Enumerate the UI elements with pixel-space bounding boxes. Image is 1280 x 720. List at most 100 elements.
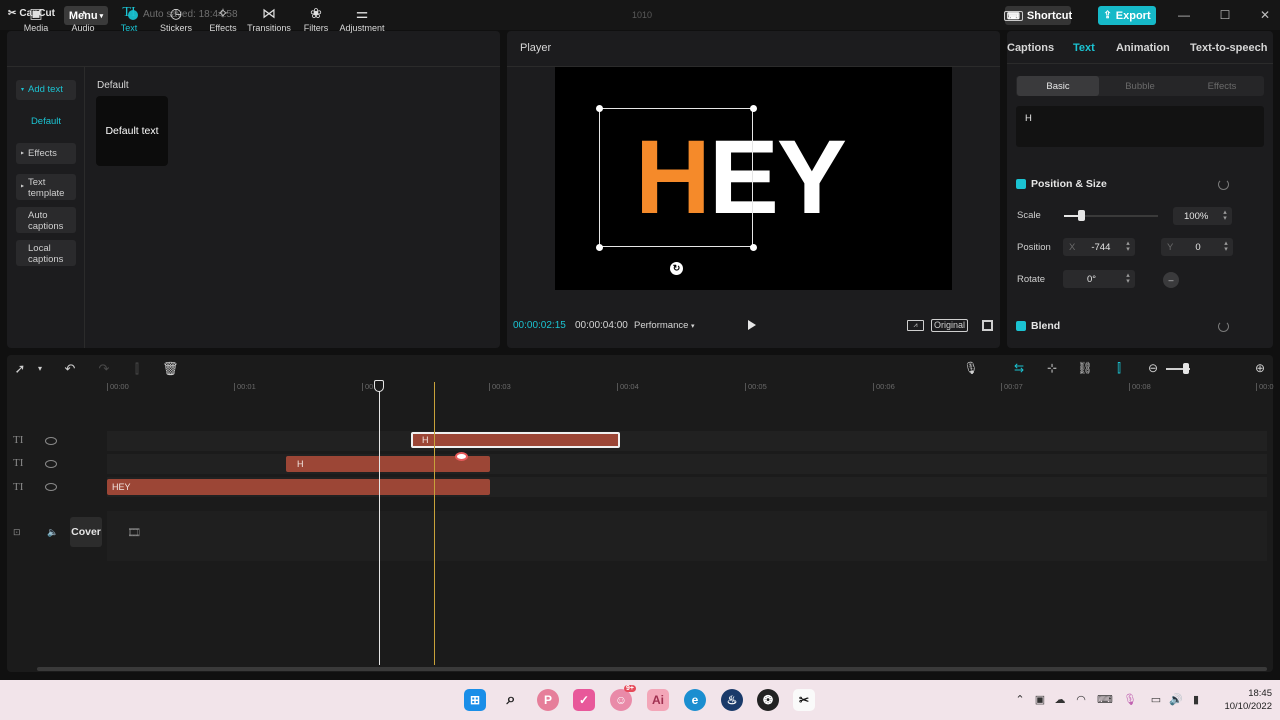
position-size-header[interactable]: Position & Size <box>1016 178 1107 190</box>
close-icon[interactable]: ✕ <box>1256 8 1274 22</box>
scale-input[interactable]: 100% ▴ ▾ <box>1173 207 1232 225</box>
battery-icon[interactable]: ▮ <box>1189 693 1203 706</box>
play-button[interactable] <box>748 320 756 330</box>
rotate-input[interactable]: 0° ▴ ▾ <box>1063 270 1135 288</box>
stepper-icon[interactable]: ▴ ▾ <box>1123 272 1133 285</box>
position-x-input[interactable]: X -744 ▴ ▾ <box>1063 238 1135 256</box>
windows-start-icon[interactable]: ⊞ <box>464 689 486 711</box>
sidebar-item-local-captions[interactable]: Local captions <box>16 240 76 266</box>
delete-icon[interactable]: 🗑 <box>162 361 179 377</box>
picsart-icon[interactable]: P <box>537 689 559 711</box>
subtab-basic[interactable]: Basic <box>1017 76 1099 96</box>
split-icon[interactable]: ⫿ <box>129 361 145 377</box>
timeline-scrollbar[interactable] <box>37 667 1267 671</box>
auto-snap-icon[interactable]: ⊹ <box>1044 361 1060 375</box>
illustrator-icon[interactable]: Ai <box>647 689 669 711</box>
canva-icon[interactable]: ✓ <box>573 689 595 711</box>
text-track[interactable] <box>107 431 1267 451</box>
scale-slider-handle[interactable] <box>1078 210 1085 221</box>
sidebar-item-add-text[interactable]: ▾ Add text <box>16 80 76 100</box>
volume-icon[interactable]: 🔊 <box>1169 693 1183 706</box>
sidebar-item-text-template[interactable]: ▸ Text template <box>16 174 76 200</box>
resize-handle[interactable] <box>596 244 603 251</box>
resize-handle[interactable] <box>750 105 757 112</box>
capcut-taskbar-icon[interactable]: ✂ <box>793 689 815 711</box>
stepper-icon[interactable]: ▴ ▾ <box>1123 240 1133 253</box>
tool-audio[interactable]: ◔ Audio <box>60 2 106 36</box>
onedrive-icon[interactable]: ☁ <box>1053 693 1067 706</box>
main-track-magnet-icon[interactable]: ⇆ <box>1011 361 1027 375</box>
discord-icon[interactable]: ☺ 9+ <box>610 685 636 711</box>
lock-track-icon[interactable]: ⊡ <box>13 527 21 538</box>
edge-icon[interactable]: e <box>684 689 706 711</box>
chevron-up-icon[interactable]: ⌃ <box>1013 693 1027 706</box>
microphone-icon[interactable]: 🎙 <box>963 361 979 375</box>
chevron-down-icon[interactable]: ▾ <box>32 364 48 373</box>
tab-animation[interactable]: Animation <box>1116 42 1170 54</box>
monitor-icon[interactable]: ▭ <box>1149 693 1163 706</box>
text-clip[interactable]: HEY <box>107 479 490 495</box>
preview-axis-icon[interactable]: ⫿ <box>1111 361 1127 376</box>
davinci-icon[interactable]: ❂ <box>757 689 779 711</box>
tool-media[interactable]: ▣ Media <box>13 2 59 36</box>
stepper-icon[interactable]: ▴ ▾ <box>1221 240 1231 253</box>
sidebar-item-default[interactable]: Default <box>16 116 76 128</box>
tool-stickers[interactable]: ◷ Stickers <box>153 2 199 36</box>
position-y-input[interactable]: Y 0 ▴ ▾ <box>1161 238 1233 256</box>
subtab-effects[interactable]: Effects <box>1181 76 1263 96</box>
blend-header[interactable]: Blend <box>1016 320 1060 332</box>
checkbox-icon[interactable] <box>1016 179 1026 189</box>
selection-box[interactable] <box>599 108 753 247</box>
checkbox-icon[interactable] <box>1016 321 1026 331</box>
select-tool-icon[interactable]: ➚ <box>12 361 28 377</box>
playhead-line[interactable] <box>379 382 380 665</box>
tool-effects[interactable]: ✧ Effects <box>200 2 246 36</box>
minimize-icon[interactable]: — <box>1175 8 1193 22</box>
main-video-track[interactable] <box>107 511 1267 561</box>
eye-icon[interactable] <box>45 460 57 468</box>
resize-handle[interactable] <box>596 105 603 112</box>
text-clip[interactable]: H <box>411 432 620 448</box>
eye-icon[interactable] <box>45 437 57 445</box>
redo-icon[interactable]: ↷ <box>96 361 112 377</box>
sidebar-item-auto-captions[interactable]: Auto captions <box>16 207 76 233</box>
zoom-out-icon[interactable]: ⊖ <box>1145 361 1161 375</box>
tool-adjustment[interactable]: ⚌ Adjustment <box>339 2 385 36</box>
link-icon[interactable]: ⛓ <box>1077 361 1093 375</box>
fullscreen-icon[interactable] <box>982 320 993 331</box>
default-text-card[interactable]: Default text <box>96 96 168 166</box>
reset-icon[interactable] <box>1218 321 1229 332</box>
clock[interactable]: 18:45 10/10/2022 <box>1224 687 1272 713</box>
nvidia-icon[interactable]: ▣ <box>1033 693 1047 706</box>
maximize-icon[interactable]: ☐ <box>1216 8 1234 22</box>
keyboard-icon[interactable]: ⌨ <box>1097 693 1113 706</box>
text-track[interactable] <box>107 454 1267 474</box>
steam-icon[interactable]: ♨ <box>721 689 743 711</box>
cover-button[interactable]: Cover <box>70 517 102 547</box>
tool-filters[interactable]: ❀ Filters <box>293 2 339 36</box>
undo-icon[interactable]: ↶ <box>62 361 78 377</box>
original-button[interactable]: Original <box>931 319 968 332</box>
eye-icon[interactable] <box>45 483 57 491</box>
zoom-slider-handle[interactable] <box>1183 363 1189 374</box>
rotate-handle-icon[interactable]: ↻ <box>670 262 683 275</box>
text-content-input[interactable]: H <box>1016 106 1264 147</box>
sidebar-item-effects[interactable]: ▸ Effects <box>16 143 76 164</box>
stepper-icon[interactable]: ▴ ▾ <box>1220 209 1230 222</box>
zoom-in-icon[interactable]: ⊕ <box>1252 361 1268 375</box>
rotate-keyframe-icon[interactable]: – <box>1163 272 1179 288</box>
microphone-icon[interactable]: 🎙 <box>1123 693 1137 706</box>
playhead-handle[interactable] <box>374 380 384 392</box>
mute-icon[interactable]: 🔈 <box>47 527 58 538</box>
performance-dropdown[interactable]: Performance ▾ <box>634 320 695 331</box>
search-icon[interactable]: ⌕ <box>500 689 522 711</box>
wifi-icon[interactable]: ◠ <box>1074 693 1088 706</box>
tool-text[interactable]: TI Text <box>106 2 152 36</box>
subtab-bubble[interactable]: Bubble <box>1099 76 1181 96</box>
export-button[interactable]: ⇪ Export <box>1098 6 1156 25</box>
tab-text-to-speech[interactable]: Text-to-speech <box>1190 42 1267 54</box>
shortcut-button[interactable]: ⌨ Shortcut <box>1003 6 1072 25</box>
tab-text[interactable]: Text <box>1073 42 1095 54</box>
resize-handle[interactable] <box>750 244 757 251</box>
ratio-icon[interactable]: ⩘ <box>907 320 924 331</box>
